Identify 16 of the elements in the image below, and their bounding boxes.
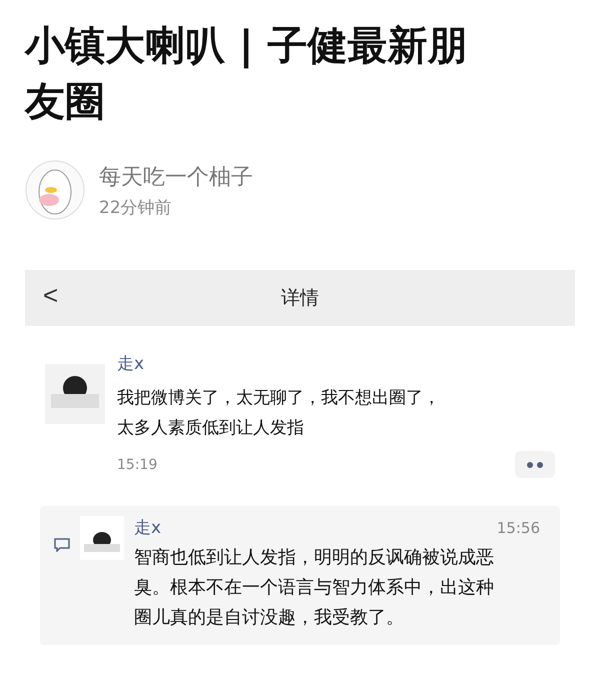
article-title: 小镇大喇叭 | 子健最新朋友圈 bbox=[25, 22, 468, 127]
user-name[interactable]: 走x bbox=[117, 352, 555, 375]
post-time: 15:19 bbox=[117, 456, 158, 472]
more-button[interactable] bbox=[515, 451, 555, 478]
reply-text: 智商也低到让人发指，明明的反讽确被说成恶臭。根本不在一个语言与智力体系中，出这种圈儿真的是自讨没趣，我受教了。 bbox=[134, 546, 494, 630]
user-avatar[interactable] bbox=[80, 516, 124, 560]
user-avatar[interactable] bbox=[45, 364, 105, 424]
post-text: 我把微博关了，太无聊了，我不想出圈了，太多人素质低到让人发指 bbox=[117, 387, 441, 440]
user-name[interactable]: 走x bbox=[134, 516, 162, 539]
reply-time: 15:56 bbox=[496, 518, 540, 536]
back-button[interactable]: < bbox=[39, 280, 62, 311]
post-time: 22分钟前 bbox=[99, 196, 173, 218]
author-name[interactable]: 每天吃一个柚子 bbox=[99, 162, 253, 192]
comment-icon bbox=[54, 538, 70, 552]
more-icon bbox=[525, 461, 545, 469]
header-title: 详情 bbox=[281, 286, 319, 311]
